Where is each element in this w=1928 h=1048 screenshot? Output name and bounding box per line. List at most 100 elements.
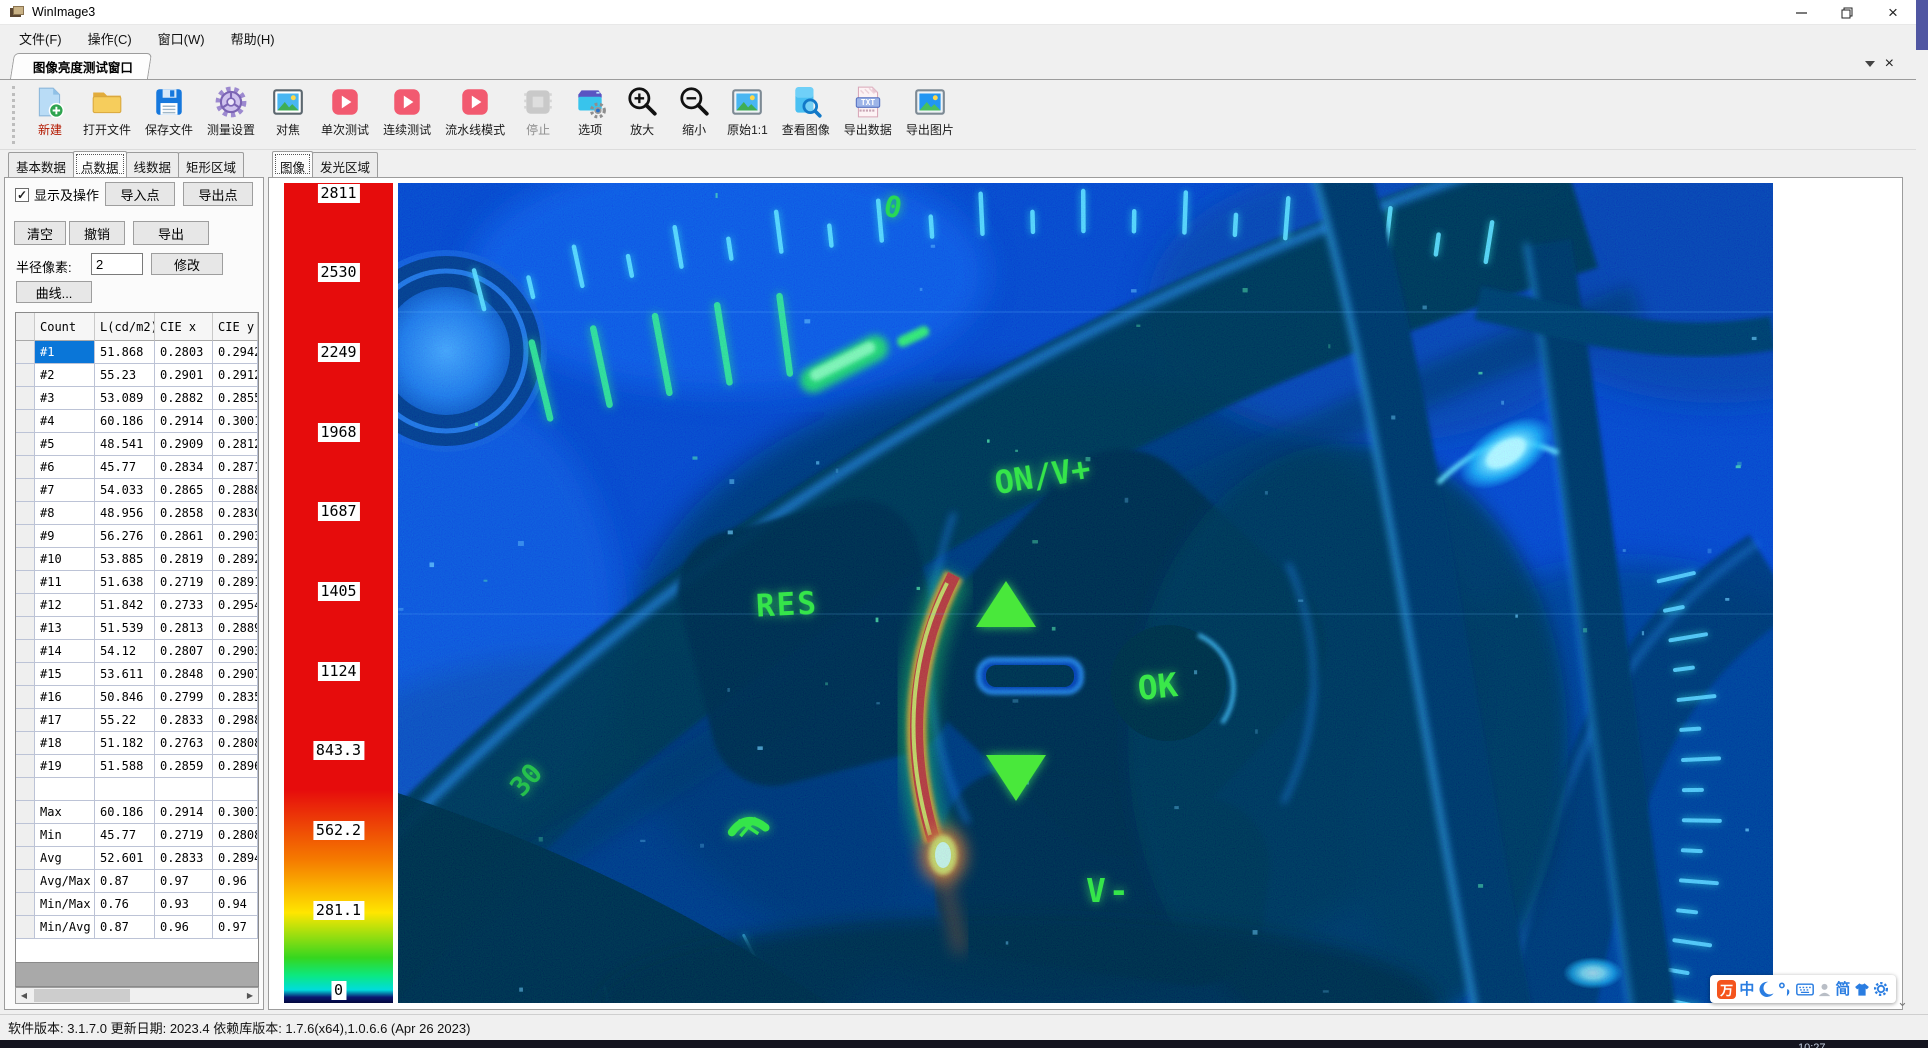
table-cell[interactable]: #17 (35, 709, 95, 732)
radius-input[interactable] (91, 253, 143, 275)
table-cell[interactable]: 0.2903 (213, 525, 258, 548)
table-row[interactable]: #460.1860.29140.3001 (16, 410, 258, 433)
table-row[interactable]: #754.0330.28650.2888 (16, 479, 258, 502)
table-row[interactable]: #645.770.28340.2871 (16, 456, 258, 479)
table-cell[interactable]: #18 (35, 732, 95, 755)
tab-emitting-region[interactable]: 发光区域 (312, 152, 378, 178)
table-cell[interactable]: 0.2892 (213, 548, 258, 571)
save-file-button[interactable]: 保存文件 (138, 83, 200, 147)
table-cell[interactable]: 51.638 (95, 571, 155, 594)
zoom-out-button[interactable]: 缩小 (668, 83, 720, 147)
stop-button[interactable]: 停止 (512, 83, 564, 147)
tab-close-icon[interactable]: × (1885, 59, 1894, 69)
table-cell[interactable]: 51.539 (95, 617, 155, 640)
export-image-button[interactable]: 导出图片 (899, 83, 961, 147)
table-cell[interactable]: 0.2819 (155, 548, 213, 571)
table-cell[interactable]: 0.2813 (155, 617, 213, 640)
table-cell[interactable]: 51.868 (95, 341, 155, 364)
table-cell[interactable] (16, 387, 35, 410)
table-cell[interactable] (16, 709, 35, 732)
table-cell[interactable]: 0.3001 (213, 801, 258, 824)
table-cell[interactable] (16, 617, 35, 640)
menu-window[interactable]: 窗口(W) (145, 25, 218, 52)
table-cell[interactable] (16, 893, 35, 916)
new-button[interactable]: 新建 (24, 83, 76, 147)
table-cell[interactable]: 0.3001 (213, 410, 258, 433)
table-cell[interactable] (16, 410, 35, 433)
table-cell[interactable]: 54.033 (95, 479, 155, 502)
table-cell[interactable]: 52.601 (95, 847, 155, 870)
table-row[interactable]: Min/Avg0.870.960.97 (16, 916, 258, 939)
curve-button[interactable]: 曲线... (16, 281, 92, 303)
table-cell[interactable]: 0.2812 (213, 433, 258, 456)
table-cell[interactable]: #3 (35, 387, 95, 410)
table-cell[interactable] (16, 341, 35, 364)
table-cell[interactable] (16, 686, 35, 709)
ime-keyboard-icon[interactable] (1796, 982, 1814, 997)
table-row[interactable]: #1151.6380.27190.2891 (16, 571, 258, 594)
table-cell[interactable] (213, 778, 258, 801)
ime-logo-icon[interactable]: 万 (1717, 980, 1736, 999)
table-row[interactable]: #1650.8460.27990.2835 (16, 686, 258, 709)
table-cell[interactable]: #5 (35, 433, 95, 456)
table-cell[interactable]: 0.2888 (213, 479, 258, 502)
ime-moon-icon[interactable] (1758, 981, 1774, 997)
table-row[interactable]: #353.0890.28820.2855 (16, 387, 258, 410)
table-cell[interactable]: 0.2903 (213, 640, 258, 663)
table-cell[interactable] (16, 824, 35, 847)
table-cell[interactable] (16, 502, 35, 525)
table-cell[interactable]: 48.541 (95, 433, 155, 456)
ime-settings-gear-icon[interactable] (1873, 981, 1889, 997)
table-cell[interactable]: 0.2733 (155, 594, 213, 617)
continuous-test-button[interactable]: 连续测试 (376, 83, 438, 147)
options-button[interactable]: 选项 (564, 83, 616, 147)
scroll-left-arrow[interactable]: ◀ (16, 988, 32, 1003)
table-cell[interactable]: #12 (35, 594, 95, 617)
table-cell[interactable]: #4 (35, 410, 95, 433)
thermal-image[interactable]: RES ON/V+ OK V- 0 30 (398, 183, 1773, 1003)
table-row[interactable]: #151.8680.28030.2942 (16, 341, 258, 364)
table-cell[interactable] (16, 870, 35, 893)
scroll-right-arrow[interactable]: ▶ (242, 988, 258, 1003)
table-cell[interactable] (16, 594, 35, 617)
menu-help[interactable]: 帮助(H) (218, 25, 288, 52)
table-row[interactable]: Max60.1860.29140.3001 (16, 801, 258, 824)
ime-toolbar[interactable]: 万 中 简 (1710, 975, 1896, 1003)
open-file-button[interactable]: 打开文件 (76, 83, 138, 147)
original-1-1-button[interactable]: 原始1:1 (720, 83, 775, 147)
table-cell[interactable]: 0.2914 (155, 410, 213, 433)
table-cell[interactable]: 50.846 (95, 686, 155, 709)
table-cell[interactable]: 0.2833 (155, 709, 213, 732)
table-cell[interactable] (95, 778, 155, 801)
single-test-button[interactable]: 单次测试 (314, 83, 376, 147)
table-cell[interactable]: 51.182 (95, 732, 155, 755)
table-cell[interactable]: 0.2914 (155, 801, 213, 824)
export-data-button[interactable]: TXT 导出数据 (837, 83, 899, 147)
ime-punctuation-icon[interactable] (1777, 981, 1793, 997)
table-row[interactable]: #1951.5880.28590.2896 (16, 755, 258, 778)
table-cell[interactable]: 0.96 (155, 916, 213, 939)
export-points-button[interactable]: 导出点 (183, 182, 253, 206)
table-cell[interactable]: 0.2901 (155, 364, 213, 387)
import-points-button[interactable]: 导入点 (105, 182, 175, 206)
table-cell[interactable]: 0.2882 (155, 387, 213, 410)
column-header[interactable]: CIE y (213, 313, 258, 341)
focus-button[interactable]: 对焦 (262, 83, 314, 147)
table-cell[interactable]: #1 (35, 341, 95, 364)
tab-point-data[interactable]: 点数据 (73, 151, 127, 177)
table-horizontal-scrollbar[interactable]: ◀ ▶ (15, 987, 259, 1004)
table-cell[interactable]: 0.2855 (213, 387, 258, 410)
table-row[interactable]: Min/Max0.760.930.94 (16, 893, 258, 916)
chevron-down-icon[interactable]: ⌄ (1897, 994, 1908, 1010)
table-cell[interactable]: 0.2808 (213, 732, 258, 755)
tab-rect-region[interactable]: 矩形区域 (178, 152, 244, 178)
table-cell[interactable]: 0.2871 (213, 456, 258, 479)
table-cell[interactable]: #8 (35, 502, 95, 525)
table-cell[interactable]: 45.77 (95, 456, 155, 479)
table-cell[interactable]: 45.77 (95, 824, 155, 847)
table-cell[interactable]: 0.2909 (155, 433, 213, 456)
pipeline-mode-button[interactable]: 流水线模式 (438, 83, 512, 147)
table-cell[interactable]: #6 (35, 456, 95, 479)
table-cell[interactable] (16, 847, 35, 870)
table-row[interactable]: #1251.8420.27330.2954 (16, 594, 258, 617)
